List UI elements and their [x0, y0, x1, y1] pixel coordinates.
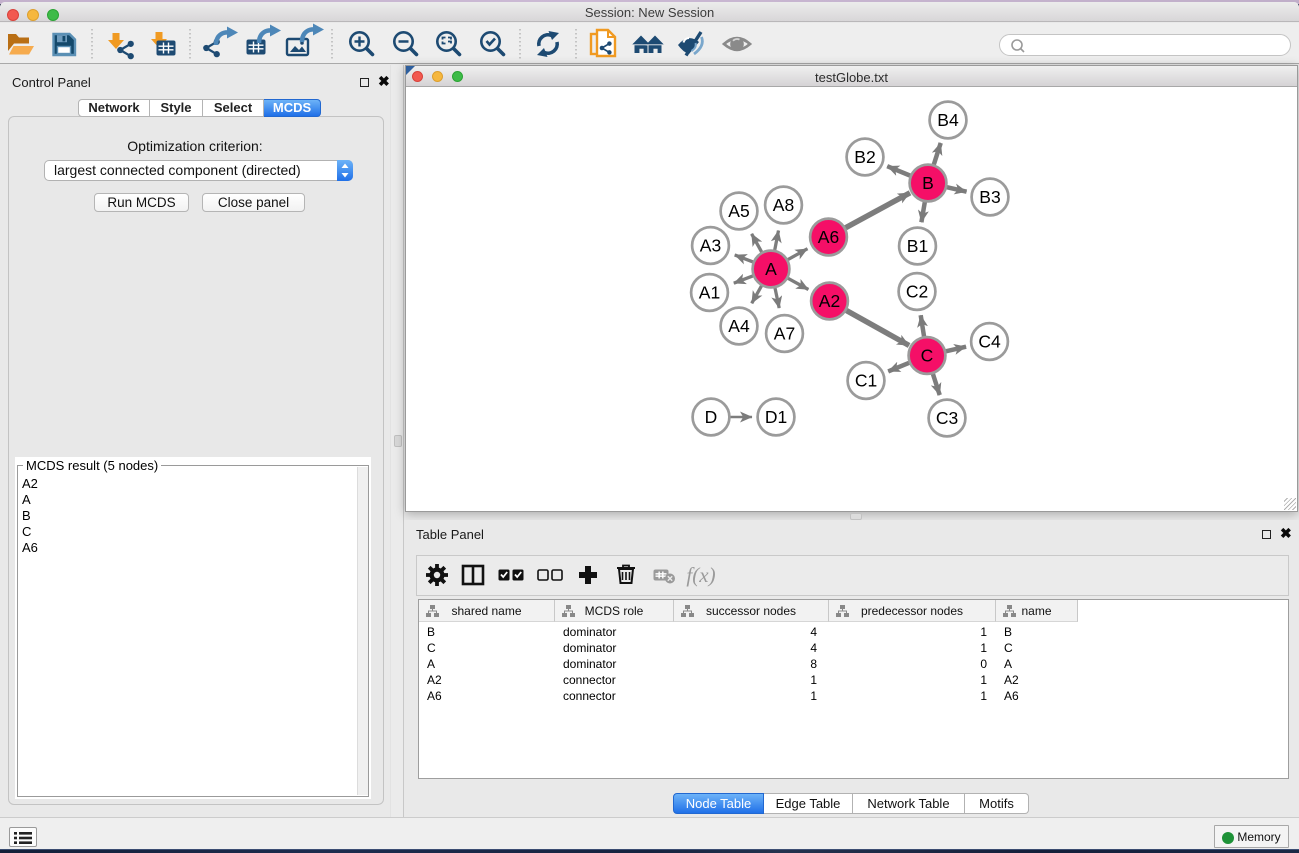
svg-text:B1: B1 [907, 236, 928, 256]
svg-text:A6: A6 [818, 227, 839, 247]
svg-text:A2: A2 [819, 291, 840, 311]
svg-text:C2: C2 [906, 282, 928, 302]
svg-text:A: A [765, 259, 777, 279]
svg-text:B4: B4 [937, 110, 959, 130]
svg-text:D: D [705, 407, 718, 427]
svg-text:A3: A3 [700, 236, 721, 256]
svg-text:A1: A1 [699, 283, 720, 303]
svg-text:A4: A4 [728, 316, 750, 336]
svg-text:A5: A5 [728, 201, 749, 221]
svg-text:C4: C4 [978, 332, 1001, 352]
svg-text:B: B [922, 173, 934, 193]
svg-text:f(x): f(x) [686, 563, 715, 587]
svg-text:A7: A7 [774, 324, 795, 344]
svg-text:B3: B3 [979, 187, 1000, 207]
svg-text:C3: C3 [936, 408, 958, 428]
svg-text:B2: B2 [854, 147, 875, 167]
svg-text:D1: D1 [765, 407, 787, 427]
svg-text:A8: A8 [773, 195, 794, 215]
svg-text:C1: C1 [855, 371, 877, 391]
svg-text:C: C [921, 346, 934, 366]
